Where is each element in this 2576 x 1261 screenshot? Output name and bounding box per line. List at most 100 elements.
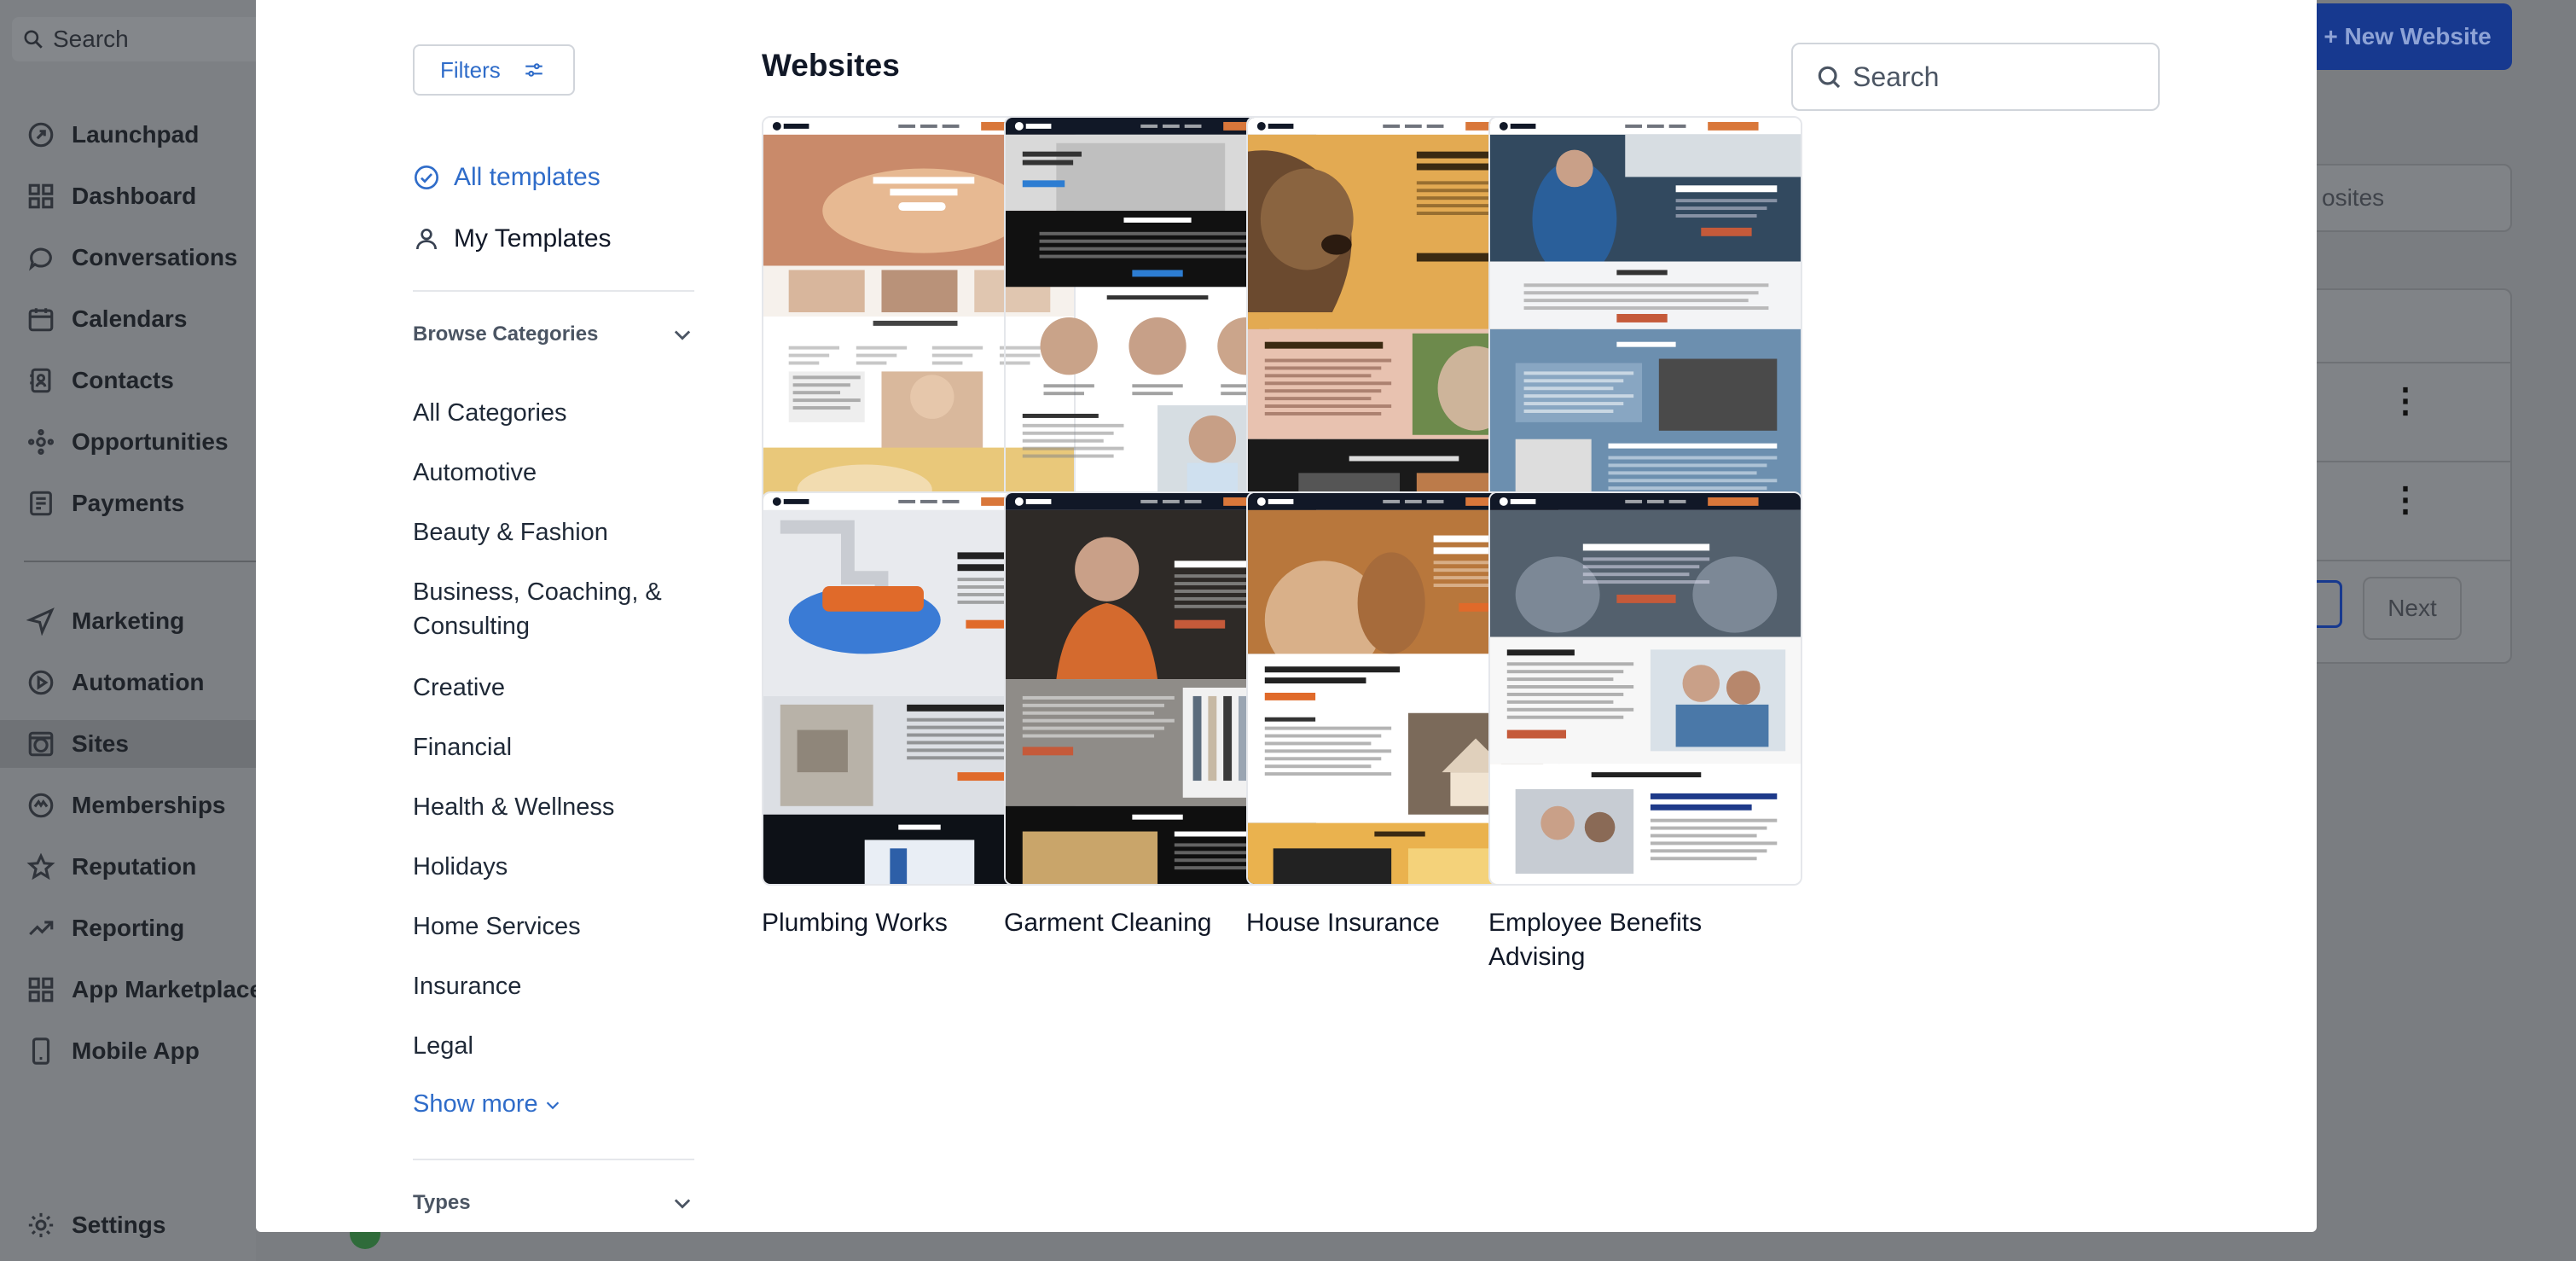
sidebar-item-contacts[interactable]: Contacts xyxy=(24,357,174,404)
user-icon xyxy=(416,229,437,250)
template-title[interactable]: Employee Benefits Advising xyxy=(1488,906,1802,974)
template-search[interactable] xyxy=(1791,43,2160,111)
sidebar-item-settings[interactable]: Settings xyxy=(24,1201,165,1249)
category-item[interactable]: All Categories xyxy=(413,396,694,430)
sidebar-item-label: Marketing xyxy=(72,607,185,634)
sidebar-item-label: Reporting xyxy=(72,915,185,941)
category-item[interactable]: Insurance xyxy=(413,969,694,1003)
sidebar-item-label: Conversations xyxy=(72,244,238,270)
row-menu-icon[interactable]: ⋮ xyxy=(2388,384,2422,418)
sidebar-item-conversations[interactable]: Conversations xyxy=(24,234,238,282)
search-icon xyxy=(1818,66,1841,89)
browse-categories-label: Browse Categories xyxy=(413,323,599,346)
my-templates-link[interactable]: My Templates xyxy=(413,220,612,258)
chevron-down-icon xyxy=(674,330,691,340)
show-more-label: Show more xyxy=(413,1090,538,1118)
sidebar-search-placeholder: Search xyxy=(53,26,129,52)
sidebar-item-label: Automation xyxy=(72,669,205,695)
contacts-icon xyxy=(24,363,58,398)
mobile-icon xyxy=(24,1034,58,1068)
category-item[interactable]: Beauty & Fashion xyxy=(413,515,694,549)
sidebar-item-label: Memberships xyxy=(72,792,226,818)
table-divider xyxy=(2288,362,2510,363)
check-circle-icon xyxy=(415,166,438,189)
sidebar-item-label: Opportunities xyxy=(72,428,229,455)
opportunities-icon xyxy=(24,425,58,459)
sidebar-item-dashboard[interactable]: Dashboard xyxy=(24,172,196,220)
sidebar-item-launchpad[interactable]: Launchpad xyxy=(24,111,199,159)
sidebar-item-label: Launchpad xyxy=(72,121,200,148)
sidebar-item-automation[interactable]: Automation xyxy=(24,659,205,706)
category-item[interactable]: Holidays xyxy=(413,850,694,884)
template-thumbnail[interactable] xyxy=(1488,491,1802,886)
sidebar-divider xyxy=(413,290,694,292)
category-item[interactable]: Legal xyxy=(413,1029,694,1063)
sidebar-item-label: Contacts xyxy=(72,367,174,393)
sidebar-item-payments[interactable]: Payments xyxy=(24,479,184,527)
memberships-icon xyxy=(24,788,58,822)
template-search-input[interactable] xyxy=(1853,61,2134,93)
sidebar-item-mobile-app[interactable]: Mobile App xyxy=(24,1027,200,1075)
types-toggle[interactable]: Types xyxy=(413,1186,694,1220)
browse-categories-toggle[interactable]: Browse Categories xyxy=(413,317,694,352)
sidebar-item-memberships[interactable]: Memberships xyxy=(24,782,226,829)
sidebar-divider xyxy=(24,561,256,562)
new-website-button[interactable]: + New Website xyxy=(2303,3,2512,70)
payments-icon xyxy=(24,486,58,520)
next-page-button[interactable]: Next xyxy=(2363,577,2462,640)
sidebar-item-app-marketplace[interactable]: App Marketplace xyxy=(24,966,263,1014)
sidebar-item-label: Payments xyxy=(72,490,185,516)
sidebar-item-marketing[interactable]: Marketing xyxy=(24,597,184,645)
calendar-icon xyxy=(24,302,58,336)
sidebar-item-reporting[interactable]: Reporting xyxy=(24,904,184,952)
sidebar-item-label: Mobile App xyxy=(72,1037,200,1064)
chevron-down-icon xyxy=(546,1101,559,1109)
types-label: Types xyxy=(413,1191,471,1214)
category-item[interactable]: Health & Wellness xyxy=(413,790,694,824)
sidebar-item-label: App Marketplace xyxy=(72,976,264,1002)
websites-tab[interactable]: osites xyxy=(2286,164,2512,232)
category-item[interactable]: Home Services xyxy=(413,909,694,944)
category-item[interactable]: Business, Coaching, & Consulting xyxy=(413,575,694,643)
template-picker-modal: Filters All templates My Templates Brows… xyxy=(256,0,2317,1232)
all-templates-link[interactable]: All templates xyxy=(413,159,600,196)
websites-tab-label: osites xyxy=(2322,184,2385,211)
trend-icon xyxy=(24,911,58,945)
sidebar-item-label: Calendars xyxy=(72,305,188,332)
sliders-icon xyxy=(525,63,542,77)
filters-label: Filters xyxy=(440,56,501,83)
all-templates-label: All templates xyxy=(454,163,600,191)
apps-icon xyxy=(24,973,58,1007)
sidebar-item-opportunities[interactable]: Opportunities xyxy=(24,418,229,466)
star-icon xyxy=(24,850,58,884)
chevron-down-icon xyxy=(674,1199,691,1209)
sidebar-item-label: Settings xyxy=(72,1212,166,1238)
automation-icon xyxy=(24,665,58,700)
row-menu-icon[interactable]: ⋮ xyxy=(2388,483,2422,517)
page-title: Websites xyxy=(762,48,900,83)
table-divider xyxy=(2288,560,2510,561)
sidebar-item-label: Reputation xyxy=(72,853,197,880)
grid-icon xyxy=(24,179,58,213)
filters-button[interactable]: Filters xyxy=(413,44,575,96)
sidebar-item-label: Dashboard xyxy=(72,183,197,209)
chat-icon xyxy=(24,241,58,275)
sidebar-divider xyxy=(413,1159,694,1160)
globe-icon xyxy=(24,727,58,761)
my-templates-label: My Templates xyxy=(454,224,612,253)
sidebar-item-sites[interactable]: Sites xyxy=(0,720,256,768)
sidebar-item-calendars[interactable]: Calendars xyxy=(24,295,187,343)
sidebar-search[interactable]: Search xyxy=(12,17,268,61)
show-more-link[interactable]: Show more xyxy=(413,1090,562,1119)
table-divider xyxy=(2288,461,2510,462)
sidebar-item-label: Sites xyxy=(72,730,129,757)
category-item[interactable]: Automotive xyxy=(413,456,694,490)
template-card[interactable]: Employee Benefits Advising xyxy=(1488,491,1802,974)
category-item[interactable]: Financial xyxy=(413,730,694,764)
gear-icon xyxy=(24,1208,58,1242)
rocket-icon xyxy=(24,118,58,152)
sidebar-item-reputation[interactable]: Reputation xyxy=(24,843,196,891)
send-icon xyxy=(24,604,58,638)
template-thumbnail[interactable] xyxy=(1488,116,1802,510)
category-item[interactable]: Creative xyxy=(413,671,694,705)
